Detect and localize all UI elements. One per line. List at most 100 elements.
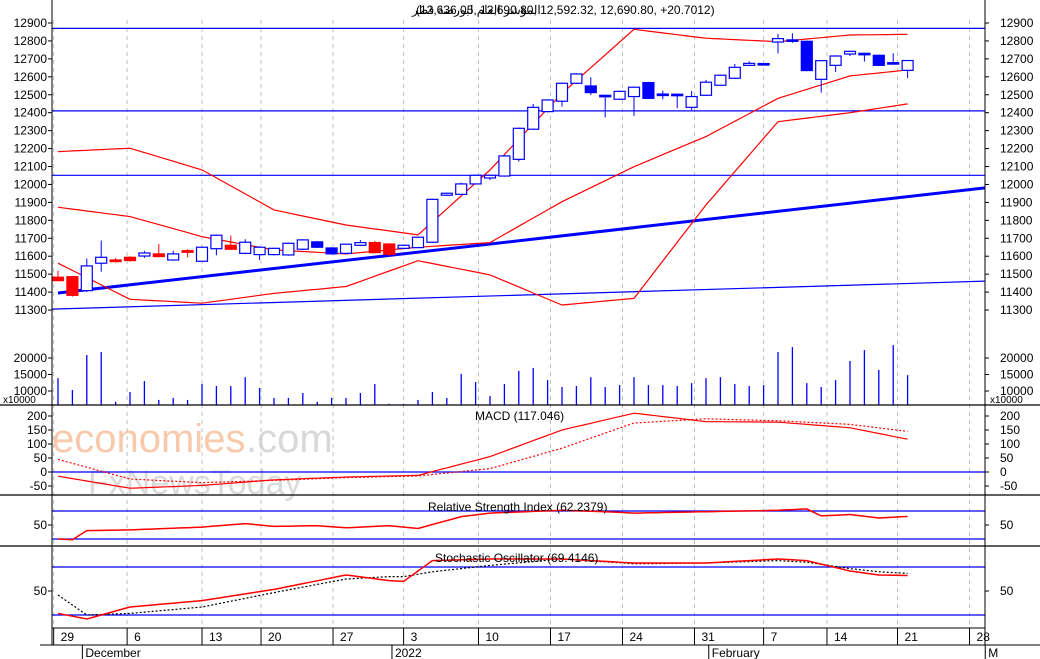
price-tick-label-left: 12300 — [14, 124, 48, 138]
candle — [339, 243, 353, 254]
candle — [570, 73, 583, 84]
x-tick-label: 14 — [834, 630, 848, 644]
candle — [224, 244, 237, 250]
x-month-label: 2022 — [395, 646, 422, 659]
trendline — [52, 280, 985, 310]
x-tick-label: 10 — [485, 630, 499, 644]
x-tick-label: 17 — [557, 630, 571, 644]
candle — [282, 242, 295, 256]
candle — [671, 93, 684, 97]
candle — [685, 95, 698, 108]
price-tick-label-left: 12000 — [14, 177, 48, 191]
bollinger-middle-line — [57, 69, 908, 255]
candle — [483, 174, 497, 179]
macd-label: MACD (117.046) — [475, 409, 564, 423]
candle — [699, 81, 713, 96]
candle — [800, 40, 813, 72]
candle — [498, 155, 511, 177]
macd-tick-label-left: -50 — [30, 479, 48, 493]
price-tick-label-right: 12400 — [1000, 106, 1034, 120]
x-month-label: February — [712, 646, 760, 659]
macd-tick-label-left: 100 — [27, 437, 47, 451]
stochastic-tick-label-left: 50 — [34, 584, 48, 598]
candle — [872, 54, 885, 66]
candle — [541, 99, 554, 113]
x-tick-label: 20 — [268, 630, 282, 644]
price-tick-label-right: 12500 — [1000, 88, 1034, 102]
macd-tick-label-right: -50 — [1000, 479, 1018, 493]
x-month-label: December — [85, 646, 140, 659]
price-tick-label-left: 11400 — [15, 285, 48, 299]
candle — [411, 236, 425, 249]
price-tick-label-right: 11500 — [1000, 267, 1033, 281]
macd-tick-label-right: 150 — [1000, 423, 1020, 437]
candle — [210, 234, 223, 250]
x-tick-label: 6 — [134, 630, 141, 644]
price-tick-label-right: 12300 — [1000, 124, 1034, 138]
candle — [325, 247, 338, 255]
x-tick-label: 7 — [771, 630, 778, 644]
candle — [123, 256, 137, 262]
volume-unit-left: x10000 — [3, 395, 36, 406]
candle — [743, 62, 756, 66]
candle — [714, 74, 727, 86]
candle — [95, 256, 108, 264]
candle — [383, 243, 396, 255]
volume-tick-label-left: 20000 — [14, 351, 48, 365]
stochastic-panel — [52, 558, 985, 620]
volume-panel — [57, 345, 909, 405]
candle — [829, 55, 842, 66]
price-plot — [52, 27, 985, 310]
candle — [815, 60, 828, 80]
price-tick-label-right: 12000 — [1000, 177, 1034, 191]
candle — [728, 66, 741, 79]
price-tick-label-left: 12400 — [14, 106, 48, 120]
watermark-economies: economies — [52, 417, 245, 461]
price-tick-label-left: 11800 — [15, 213, 48, 227]
price-tick-label-right: 12100 — [1000, 160, 1034, 174]
x-tick-label: 21 — [905, 630, 919, 644]
candle — [469, 174, 482, 185]
stock-chart: economies .com FxNewsToday 11300 11300 114… — [0, 0, 1040, 659]
macd-tick-label-left: 50 — [34, 451, 48, 465]
x-month-label: M — [988, 646, 998, 659]
candle — [181, 250, 194, 253]
volume-tick-label-right: 15000 — [1000, 368, 1034, 382]
candle — [901, 59, 914, 71]
candle — [771, 38, 785, 43]
candle — [440, 192, 453, 196]
candle — [642, 81, 655, 99]
x-tick-label: 28 — [977, 630, 991, 644]
macd-tick-label-right: 200 — [1000, 409, 1020, 423]
candle — [512, 127, 525, 160]
rsi-tick-label-right: 50 — [1000, 518, 1014, 532]
price-tick-label-left: 12200 — [14, 142, 48, 156]
x-tick-label: 31 — [701, 630, 715, 644]
price-tick-label-right: 11600 — [1000, 249, 1033, 263]
price-tick-label-right: 11800 — [1000, 213, 1033, 227]
bollinger-upper-line — [57, 28, 908, 236]
macd-tick-label-right: 50 — [1000, 451, 1014, 465]
price-tick-label-left: 12600 — [14, 70, 48, 84]
bollinger-lower-line — [57, 103, 908, 306]
candle — [296, 239, 309, 250]
x-tick-label: 13 — [209, 630, 223, 644]
price-tick-label-left: 12100 — [14, 160, 48, 174]
candle — [109, 259, 122, 263]
x-tick-label: 3 — [411, 630, 418, 644]
price-tick-label-right: 12700 — [1000, 52, 1034, 66]
price-tick-label-left: 11600 — [15, 249, 48, 263]
price-panel — [52, 27, 985, 310]
candle — [167, 253, 180, 261]
candle — [555, 82, 569, 102]
trendline — [57, 186, 985, 295]
price-tick-label-right: 12800 — [1000, 34, 1034, 48]
candle — [584, 85, 597, 94]
x-tick-label: 24 — [629, 630, 643, 644]
candle — [858, 52, 871, 56]
stochastic-label: Stochastic Oscillator (69.4146) — [435, 551, 598, 565]
price-tick-label-right: 12600 — [1000, 70, 1034, 84]
candle — [66, 276, 79, 296]
price-tick-label-right: 11700 — [1000, 231, 1033, 245]
candle — [599, 94, 612, 98]
